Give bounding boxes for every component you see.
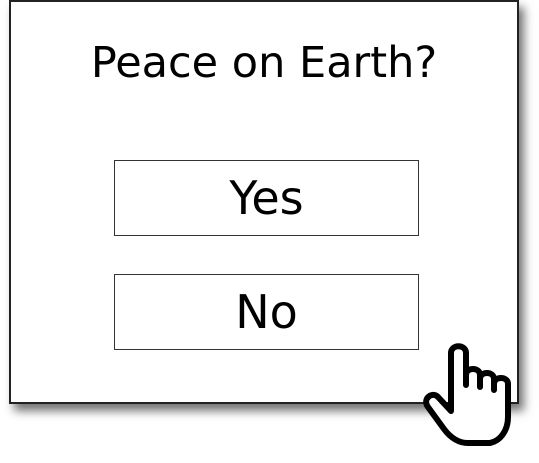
- no-button[interactable]: No: [114, 274, 419, 350]
- question-text: Peace on Earth?: [90, 38, 438, 88]
- hand-pointer-icon: [423, 343, 511, 446]
- yes-button[interactable]: Yes: [114, 160, 419, 236]
